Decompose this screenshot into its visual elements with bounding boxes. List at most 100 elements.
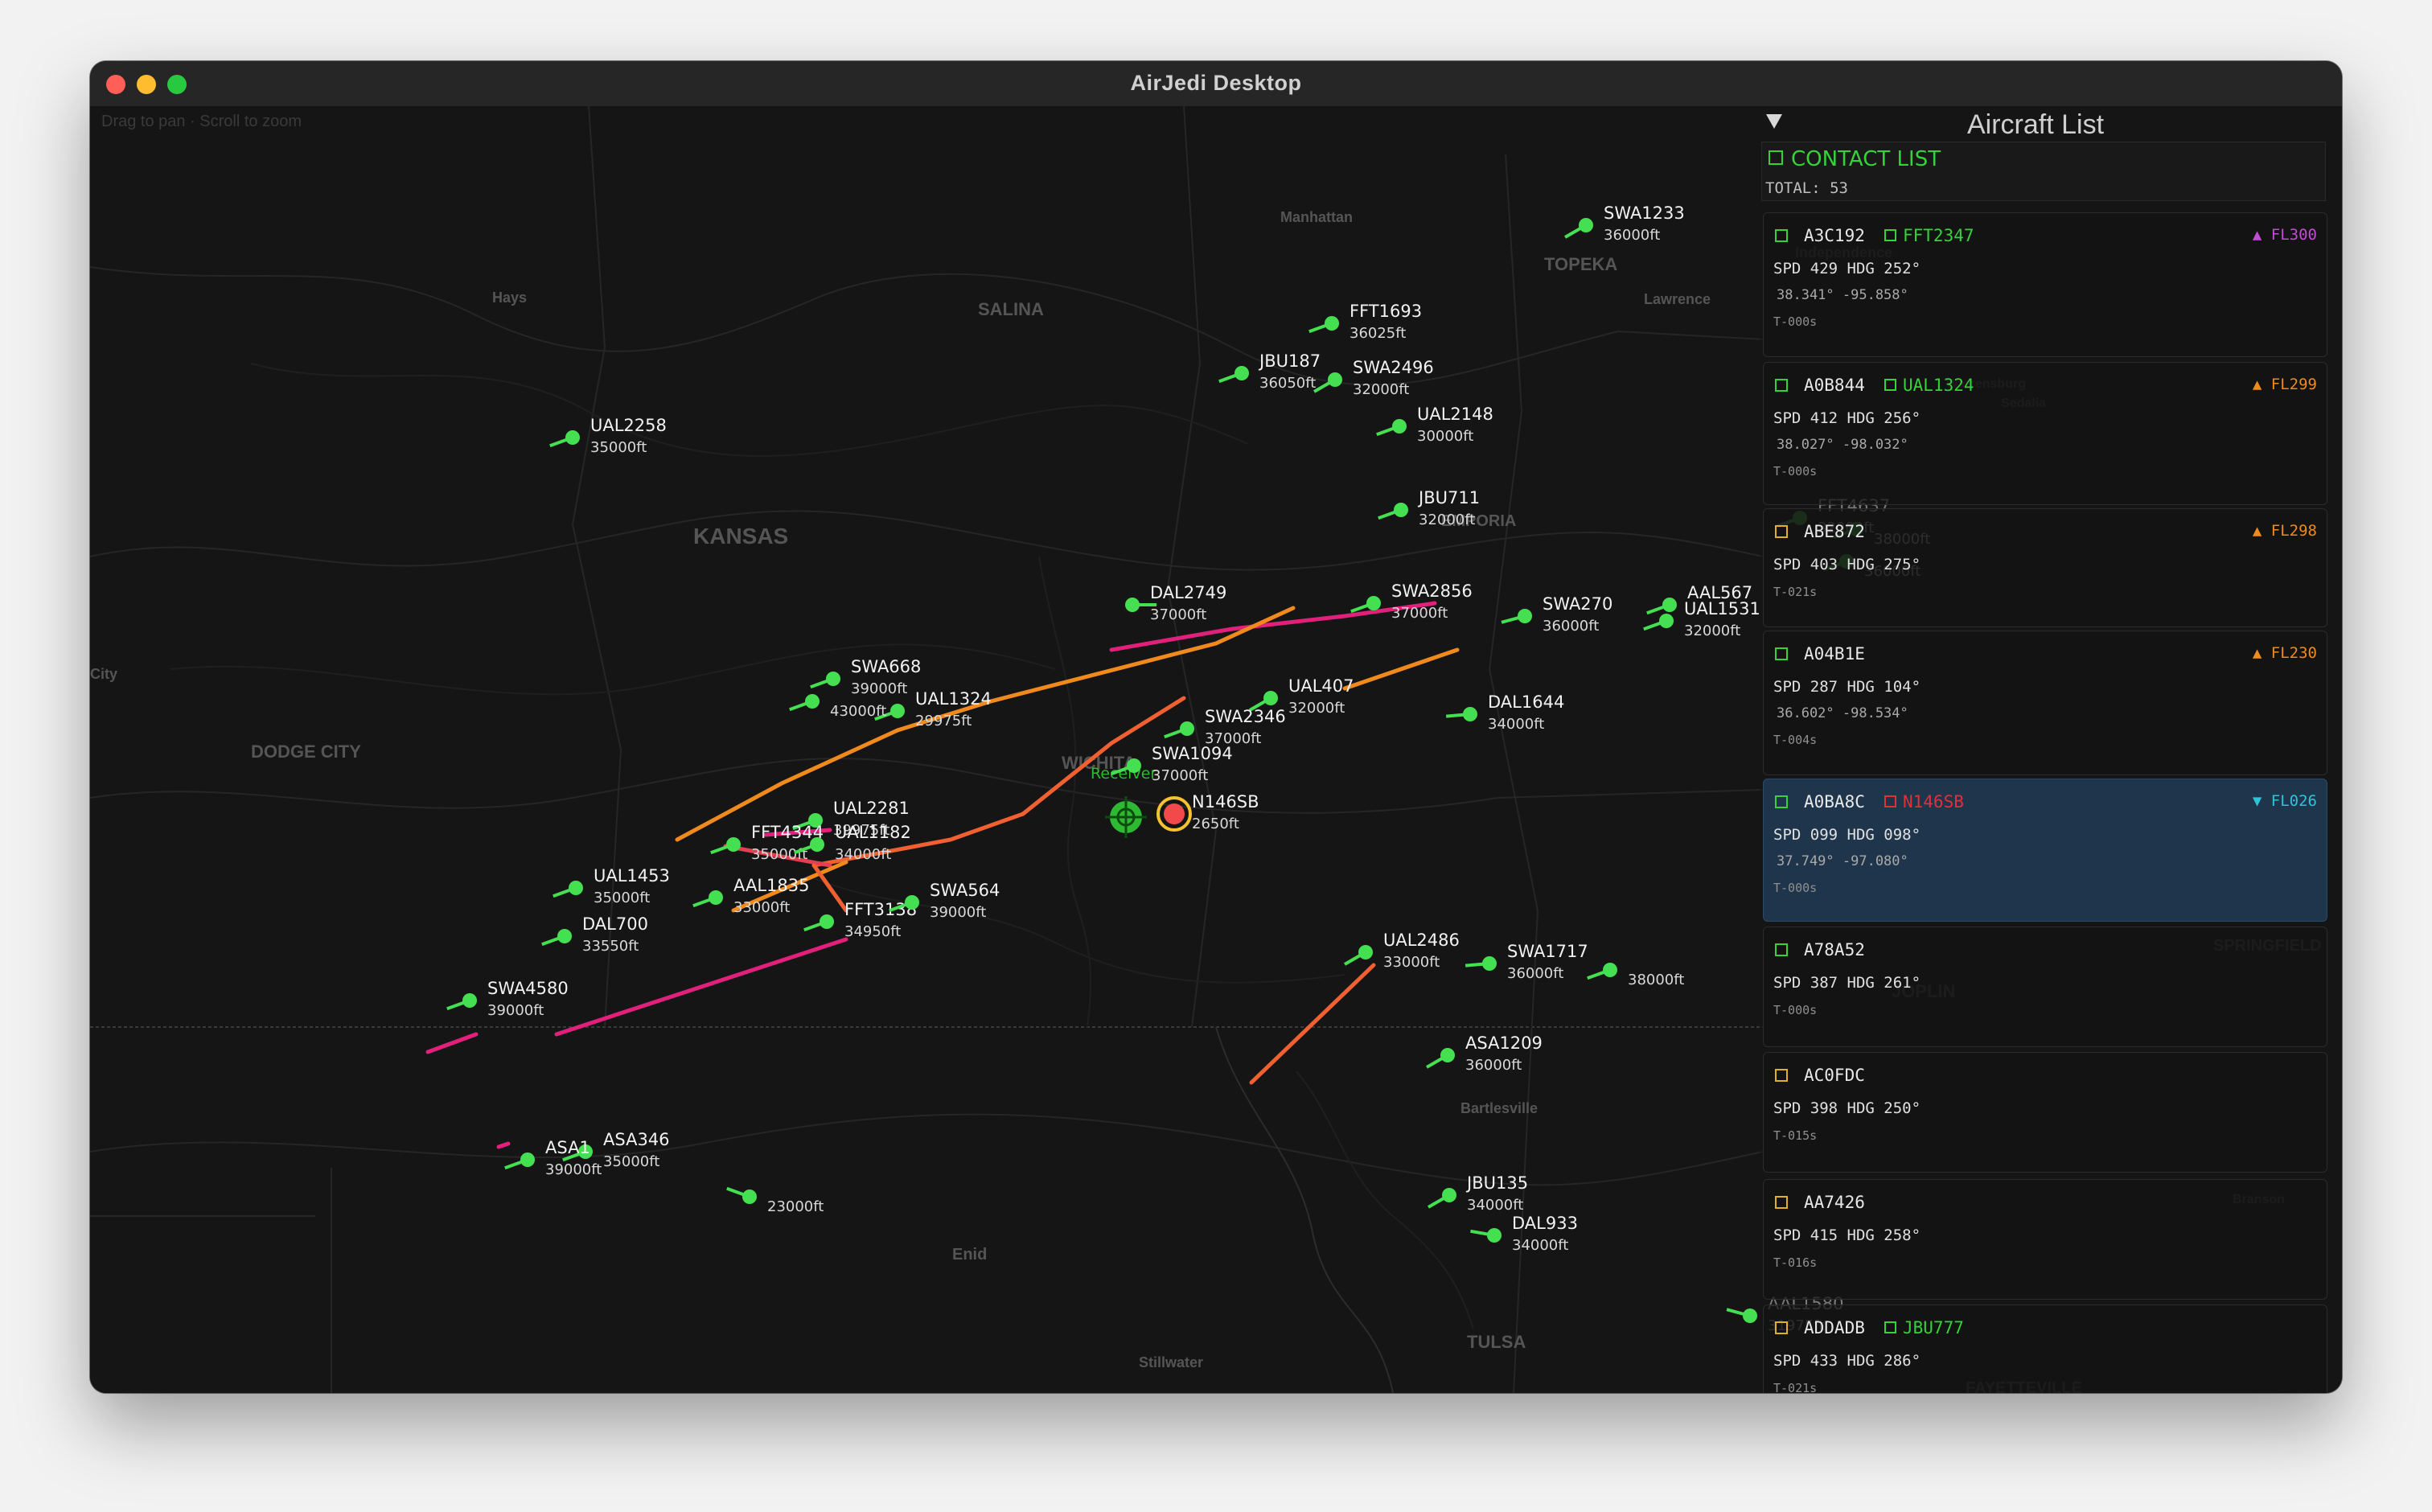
aircraft-dot-icon[interactable] bbox=[462, 993, 477, 1008]
window-title: AirJedi Desktop bbox=[1130, 71, 1302, 95]
aircraft-dot-icon[interactable] bbox=[1366, 596, 1381, 610]
status-square-icon[interactable] bbox=[1775, 525, 1788, 538]
aircraft-marker[interactable]: UAL2486 33000ft bbox=[1344, 931, 1460, 971]
aircraft-dot-icon[interactable] bbox=[1518, 609, 1532, 623]
aircraft-dot-icon[interactable] bbox=[1603, 963, 1617, 977]
aircraft-marker[interactable]: 38000ft bbox=[1587, 963, 1685, 988]
aircraft-marker[interactable]: 43000ft bbox=[789, 694, 887, 720]
aircraft-marker[interactable]: JBU135 34000ft bbox=[1428, 1173, 1528, 1214]
aircraft-marker[interactable]: UAL2258 35000ft bbox=[549, 416, 667, 456]
aircraft-dot-icon[interactable] bbox=[569, 881, 583, 895]
status-square-icon[interactable] bbox=[1775, 1196, 1788, 1209]
title-bar[interactable]: AirJedi Desktop bbox=[90, 61, 2342, 107]
aircraft-dot-icon[interactable] bbox=[1463, 707, 1477, 721]
aircraft-dot-icon[interactable] bbox=[1325, 316, 1339, 331]
aircraft-dot-icon[interactable] bbox=[1180, 721, 1194, 736]
aircraft-card[interactable]: A0B844 UAL1324 ▲ FL299 SPD 412 HDG 256° 38.0… bbox=[1763, 362, 2327, 505]
aircraft-dot-icon[interactable] bbox=[726, 837, 741, 852]
aircraft-dot-icon[interactable] bbox=[520, 1152, 535, 1167]
aircraft-dot-icon[interactable] bbox=[1659, 614, 1674, 628]
aircraft-marker[interactable]: DAL700 33550ft bbox=[541, 914, 648, 955]
aircraft-marker[interactable]: SWA1717 36000ft bbox=[1465, 942, 1588, 982]
icao-hex: AA7426 bbox=[1804, 1193, 1865, 1212]
aircraft-dot-icon[interactable] bbox=[1263, 691, 1278, 705]
aircraft-dot-icon[interactable] bbox=[805, 694, 820, 709]
aircraft-dot-icon[interactable] bbox=[820, 914, 834, 929]
aircraft-callsign: JBU187 bbox=[1258, 351, 1321, 371]
aircraft-marker[interactable]: DAL933 34000ft bbox=[1470, 1214, 1578, 1254]
aircraft-dot-icon[interactable] bbox=[742, 1189, 757, 1204]
aircraft-marker[interactable]: JBU187 36050ft bbox=[1218, 351, 1321, 392]
selected-aircraft-icon[interactable] bbox=[1164, 803, 1185, 824]
aircraft-dot-icon[interactable] bbox=[826, 672, 840, 686]
aircraft-marker[interactable]: UAL1453 35000ft bbox=[553, 866, 670, 906]
aircraft-altitude: 37000ft bbox=[1150, 606, 1206, 623]
aircraft-dot-icon[interactable] bbox=[1394, 503, 1408, 517]
aircraft-marker[interactable]: JBU711 32000ft bbox=[1378, 488, 1480, 528]
aircraft-callsign: SWA4580 bbox=[487, 979, 569, 998]
aircraft-callsign: UAL1453 bbox=[594, 866, 670, 885]
callsign-square-icon bbox=[1884, 1321, 1896, 1333]
aircraft-dot-icon[interactable] bbox=[1125, 598, 1140, 612]
aircraft-marker[interactable]: DAL2749 37000ft bbox=[1125, 583, 1226, 623]
aircraft-dot-icon[interactable] bbox=[1482, 956, 1497, 971]
aircraft-marker[interactable]: DAL1644 34000ft bbox=[1445, 692, 1564, 733]
aircraft-dot-icon[interactable] bbox=[1743, 1309, 1757, 1323]
aircraft-marker[interactable]: UAL2148 30000ft bbox=[1376, 405, 1493, 445]
aircraft-marker[interactable]: 23000ft bbox=[726, 1186, 824, 1215]
aircraft-card[interactable]: A04B1E ▲ FL230 SPD 287 HDG 104° 36.602° -98… bbox=[1763, 631, 2327, 775]
aircraft-marker[interactable]: SWA1233 36000ft bbox=[1564, 203, 1685, 244]
aircraft-card[interactable]: ADDADB JBU777 SPD 433 HDG 286° T-021s bbox=[1763, 1305, 2327, 1393]
aircraft-marker[interactable]: SWA234637000ft bbox=[1164, 707, 1286, 747]
aircraft-card[interactable]: A78A52 SPD 387 HDG 261° T-000s bbox=[1763, 927, 2327, 1047]
aircraft-marker[interactable]: SWA2496 32000ft bbox=[1313, 358, 1434, 398]
aircraft-dot-icon[interactable] bbox=[1662, 598, 1677, 612]
aircraft-dot-icon[interactable] bbox=[1442, 1188, 1456, 1202]
aircraft-marker[interactable]: SWA4580 39000ft bbox=[446, 979, 569, 1019]
aircraft-marker[interactable]: SWA2856 37000ft bbox=[1350, 581, 1473, 622]
aircraft-marker[interactable]: FFT1693 36025ft bbox=[1308, 302, 1422, 342]
aircraft-marker[interactable]: FFT434435000ft bbox=[710, 823, 824, 863]
aircraft-dot-icon[interactable] bbox=[1328, 372, 1342, 387]
aircraft-dot-icon[interactable] bbox=[1127, 758, 1141, 773]
aircraft-card[interactable]: AC0FDC SPD 398 HDG 250° T-015s bbox=[1763, 1052, 2327, 1173]
aircraft-layer[interactable]: SWA1233 36000ft FFT1693 36025ft JBU187 36050f… bbox=[446, 203, 1931, 1334]
aircraft-marker[interactable]: N146SB 2650ft bbox=[1156, 792, 1259, 832]
aircraft-dot-icon[interactable] bbox=[1440, 1048, 1455, 1062]
status-square-icon[interactable] bbox=[1775, 1069, 1788, 1082]
aircraft-marker[interactable]: SWA668 39000ft bbox=[810, 657, 922, 697]
collapse-triangle-icon[interactable] bbox=[1766, 114, 1782, 129]
aircraft-altitude: 34950ft bbox=[844, 923, 901, 940]
aircraft-dot-icon[interactable] bbox=[1358, 945, 1373, 959]
contact-list-title[interactable]: CONTACT LIST bbox=[1769, 147, 1941, 171]
status-square-icon[interactable] bbox=[1775, 795, 1788, 808]
status-square-icon[interactable] bbox=[1775, 1321, 1788, 1334]
aircraft-dot-icon[interactable] bbox=[565, 430, 580, 445]
aircraft-dot-icon[interactable] bbox=[1392, 419, 1407, 433]
aircraft-dot-icon[interactable] bbox=[1487, 1228, 1502, 1243]
status-square-icon[interactable] bbox=[1775, 379, 1788, 392]
aircraft-marker[interactable]: SWA270 36000ft bbox=[1501, 594, 1612, 635]
aircraft-dot-icon[interactable] bbox=[1579, 218, 1593, 232]
aircraft-marker[interactable]: UAL1531 32000ft bbox=[1643, 599, 1760, 639]
aircraft-dot-icon[interactable] bbox=[810, 837, 824, 852]
aircraft-card[interactable]: A0BA8C N146SB ▼ FL026 SPD 099 HDG 098° 37.74… bbox=[1763, 779, 2327, 922]
speed-heading: SPD 415 HDG 258° bbox=[1773, 1226, 1921, 1244]
flight-level-badge: ▼ FL026 bbox=[2252, 792, 2317, 810]
aircraft-altitude: 43000ft bbox=[830, 703, 886, 720]
aircraft-dot-icon[interactable] bbox=[890, 704, 905, 718]
aircraft-card[interactable]: A3C192 FFT2347 ▲ FL300 SPD 429 HDG 252° 38.3… bbox=[1763, 212, 2327, 357]
aircraft-dot-icon[interactable] bbox=[1234, 366, 1249, 380]
status-square-icon[interactable] bbox=[1775, 943, 1788, 956]
aircraft-dot-icon[interactable] bbox=[709, 890, 723, 905]
aircraft-marker[interactable]: AAL1835 33000ft bbox=[692, 876, 810, 916]
aircraft-card[interactable]: AA7426 SPD 415 HDG 258° T-016s bbox=[1763, 1179, 2327, 1300]
contact-checkbox-icon[interactable] bbox=[1769, 150, 1783, 165]
status-square-icon[interactable] bbox=[1775, 647, 1788, 660]
aircraft-marker[interactable]: ASA1209 36000ft bbox=[1426, 1033, 1543, 1074]
aircraft-card[interactable]: ABE872 ▲ FL298 SPD 403 HDG 275° T-021s bbox=[1763, 508, 2327, 627]
status-square-icon[interactable] bbox=[1775, 229, 1788, 242]
aircraft-dot-icon[interactable] bbox=[557, 929, 572, 943]
lat-lon: 37.749° -97.080° bbox=[1777, 853, 1908, 869]
aircraft-dot-icon[interactable] bbox=[905, 895, 919, 910]
